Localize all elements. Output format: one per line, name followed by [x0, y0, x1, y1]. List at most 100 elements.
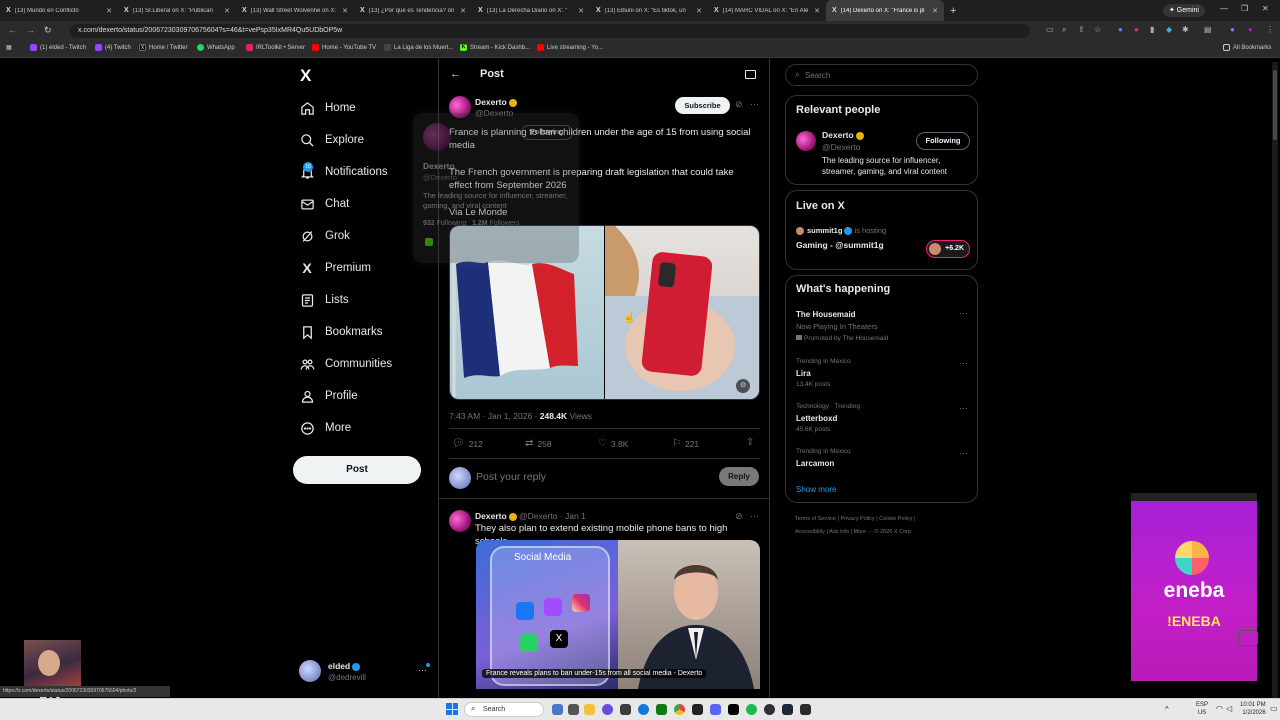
reader-icon[interactable] — [745, 70, 756, 79]
back-arrow-icon[interactable]: ← — [450, 68, 461, 80]
reply-author-line[interactable]: Dexerto @Dexerto · Jan 1 — [475, 511, 586, 521]
nav-communities[interactable]: Communities — [299, 353, 392, 375]
trend-more-icon[interactable]: ··· — [959, 358, 968, 368]
taskview-icon[interactable] — [552, 704, 563, 715]
windows-start-icon[interactable] — [446, 703, 458, 715]
extension-icon[interactable]: ◆ — [1166, 25, 1172, 34]
bookmark-item[interactable]: (1) elded - Twitch — [30, 44, 86, 51]
close-icon[interactable]: ✕ — [578, 7, 584, 15]
zoom-icon[interactable]: ⌕ — [1062, 25, 1066, 35]
nav-explore[interactable]: Explore — [299, 129, 364, 151]
bookmark-item[interactable]: Home - YouTube TV — [312, 44, 376, 51]
hover-following-button[interactable]: Following — [521, 125, 573, 140]
file-explorer-icon[interactable] — [584, 704, 595, 715]
following-button[interactable]: Following — [916, 132, 970, 150]
grok-icon[interactable]: ⊘ — [735, 99, 743, 110]
browser-tab[interactable]: X (13) Elbuni on X: "Es tiktok, un ✕ — [590, 0, 708, 21]
browser-tab[interactable]: X (13) La Derecha Diario on X: " ✕ — [472, 0, 590, 21]
post-button[interactable]: Post — [293, 456, 421, 484]
trend-name[interactable]: Lira — [796, 369, 811, 378]
trend-more-icon[interactable]: ··· — [959, 448, 968, 458]
chrome-icon[interactable] — [674, 704, 685, 715]
nav-premium[interactable]: X Premium — [299, 257, 371, 279]
new-tab-button[interactable]: + — [950, 5, 956, 17]
profile-avatar-icon[interactable]: ● — [1230, 25, 1235, 34]
scrollbar-thumb[interactable] — [1273, 70, 1277, 140]
scrollbar[interactable] — [1272, 62, 1278, 698]
tray-chevron-icon[interactable]: ^ — [1165, 705, 1169, 714]
language-indicator[interactable]: ESP US — [1196, 701, 1208, 717]
gemini-button[interactable]: ✦ Gemini — [1163, 4, 1205, 17]
account-name[interactable]: elded — [328, 661, 361, 671]
clock[interactable]: 10:01 PM 1/2/2026 — [1240, 701, 1266, 717]
avatar[interactable] — [299, 660, 321, 682]
nav-more[interactable]: More — [299, 417, 351, 439]
bookmark-item[interactable]: K Stream - Kick Dashb... — [460, 44, 530, 51]
copilot-icon[interactable] — [602, 704, 613, 715]
extension-icon[interactable]: ▮ — [1150, 25, 1154, 34]
browser-tab[interactable]: X (13) ¿Por qué es Tendencia? on ✕ — [354, 0, 472, 21]
widgets-icon[interactable] — [568, 704, 579, 715]
footer-links[interactable]: Terms of Service | Privacy Policy | Cook… — [795, 516, 915, 522]
back-icon[interactable]: ← — [8, 25, 17, 35]
share-icon[interactable]: ⇪ — [1078, 25, 1085, 34]
search-box[interactable]: ⌕ Search — [785, 64, 978, 86]
author-name[interactable]: Dexerto — [475, 97, 517, 107]
more-options-icon[interactable]: ··· — [750, 511, 759, 521]
reply-action[interactable]: 💬︎ 212 — [452, 438, 483, 449]
nav-chat[interactable]: Chat — [299, 193, 349, 215]
terminal-icon[interactable] — [800, 704, 811, 715]
share-icon[interactable]: ⇪ — [746, 437, 754, 448]
maximize-icon[interactable]: ❐ — [1241, 4, 1248, 13]
subscribe-button[interactable]: Subscribe — [675, 97, 730, 114]
puzzle-icon[interactable]: ✱ — [1182, 25, 1189, 34]
menu-icon[interactable]: ⋮ — [1266, 25, 1274, 34]
x-logo[interactable]: X — [300, 66, 311, 86]
bookmark-item[interactable]: IRLToolkit • Server — [246, 44, 305, 51]
url-bar[interactable]: x.com/dexerto/status/2006723030970675604… — [70, 24, 1030, 38]
app-icon[interactable] — [620, 704, 631, 715]
xbox-icon[interactable] — [656, 704, 667, 715]
footer-links[interactable]: Accessibility | Ads info | More ··· © 20… — [795, 529, 913, 535]
minimize-icon[interactable]: — — [1220, 4, 1228, 13]
window-close-icon[interactable]: ✕ — [1262, 4, 1269, 13]
extension-icon[interactable]: ● — [1118, 25, 1123, 34]
bookmark-item[interactable]: X Home / Twitter — [139, 44, 188, 51]
nav-bookmarks[interactable]: Bookmarks — [299, 321, 383, 343]
account-menu-icon[interactable]: ··· — [418, 665, 427, 675]
obs-icon[interactable] — [764, 704, 775, 715]
relevant-avatar[interactable] — [796, 131, 816, 151]
app-icon[interactable] — [692, 704, 703, 715]
trend-name[interactable]: Larcamon — [796, 459, 834, 468]
notification-center-icon[interactable]: ▭ — [1270, 704, 1278, 713]
trend-more-icon[interactable]: ··· — [959, 308, 968, 318]
profile-avatar-icon[interactable]: ● — [1248, 25, 1253, 34]
close-icon[interactable]: ✕ — [696, 7, 702, 15]
wifi-icon[interactable]: ◠ — [1216, 704, 1223, 713]
image-grok-icon[interactable]: ⊙ — [736, 379, 750, 393]
close-icon[interactable]: ✕ — [106, 7, 112, 15]
show-more-link[interactable]: Show more — [796, 485, 836, 494]
trend-more-icon[interactable]: ··· — [959, 403, 968, 413]
sidebar-icon[interactable]: ▤ — [1204, 25, 1212, 34]
bookmark-item[interactable]: WhatsApp — [197, 44, 235, 51]
reply-author-avatar[interactable] — [449, 510, 471, 532]
repost-action[interactable]: ⇄ 258 — [525, 438, 552, 449]
nav-grok[interactable]: Grok — [299, 225, 350, 247]
taskbar-search[interactable]: ⌕ Search — [464, 702, 544, 717]
nav-home[interactable]: Home — [299, 97, 356, 119]
close-icon[interactable]: ✕ — [460, 7, 466, 15]
install-icon[interactable]: ▭ — [1046, 25, 1054, 34]
trend-name[interactable]: The Housemaid — [796, 310, 856, 319]
reply-input[interactable]: Post your reply — [476, 471, 546, 483]
reload-icon[interactable]: ↻ — [44, 25, 52, 36]
bookmark-item[interactable]: (4) Twitch — [95, 44, 131, 51]
spotify-icon[interactable] — [746, 704, 757, 715]
steam-icon[interactable] — [782, 704, 793, 715]
bookmark-item[interactable]: La Liga de los Muert... — [384, 44, 453, 51]
browser-tab[interactable]: X (13) Sr.Liberal on X: "Publican ✕ — [118, 0, 236, 21]
nav-profile[interactable]: Profile — [299, 385, 358, 407]
close-icon[interactable]: ✕ — [224, 7, 230, 15]
close-icon[interactable]: ✕ — [342, 7, 348, 15]
browser-tab-active[interactable]: X (14) Dexerto on X: "France is pl ✕ — [826, 0, 944, 21]
